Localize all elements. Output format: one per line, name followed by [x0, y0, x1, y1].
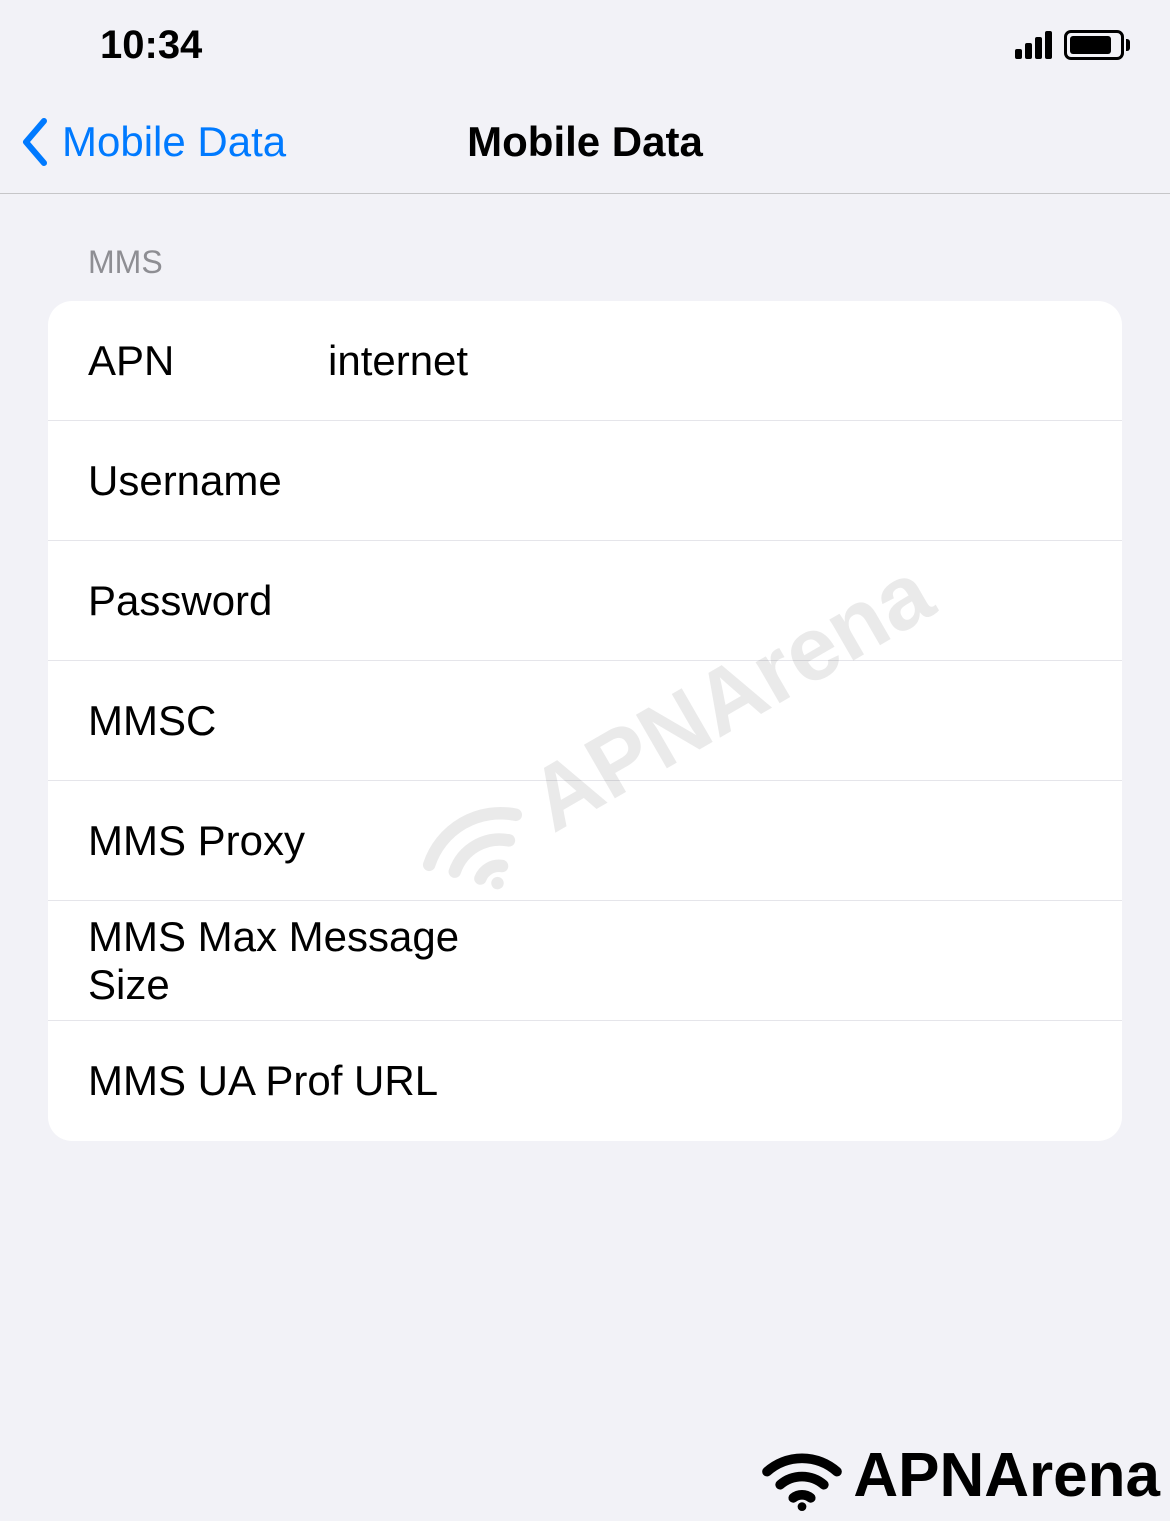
mmsc-label: MMSC [88, 697, 328, 745]
mms-proxy-label: MMS Proxy [88, 817, 541, 865]
settings-row-mms-max-size[interactable]: MMS Max Message Size [48, 901, 1122, 1021]
password-input[interactable] [328, 577, 1082, 625]
mms-proxy-input[interactable] [541, 817, 1082, 865]
watermark-bottom: APNArena [757, 1440, 1160, 1511]
nav-bar: Mobile Data Mobile Data [0, 90, 1170, 194]
status-time: 10:34 [100, 23, 202, 68]
wifi-icon [757, 1441, 847, 1511]
mms-ua-prof-input[interactable] [541, 1057, 1082, 1105]
apn-label: APN [88, 337, 328, 385]
settings-row-apn[interactable]: APN [48, 301, 1122, 421]
settings-row-password[interactable]: Password [48, 541, 1122, 661]
mms-ua-prof-label: MMS UA Prof URL [88, 1057, 541, 1105]
username-label: Username [88, 457, 328, 505]
watermark-text-bottom: APNArena [853, 1440, 1160, 1511]
settings-group-mms: APN Username Password MMSC MMS Proxy MMS… [48, 301, 1122, 1141]
status-icons [1015, 30, 1130, 60]
mmsc-input[interactable] [328, 697, 1082, 745]
back-button[interactable]: Mobile Data [20, 117, 286, 167]
mms-max-size-input[interactable] [541, 937, 1082, 985]
mms-max-size-label: MMS Max Message Size [88, 913, 541, 1009]
status-bar: 10:34 [0, 0, 1170, 90]
signal-strength-icon [1015, 31, 1052, 59]
password-label: Password [88, 577, 328, 625]
page-title: Mobile Data [467, 118, 703, 166]
back-button-label: Mobile Data [62, 118, 286, 166]
settings-row-username[interactable]: Username [48, 421, 1122, 541]
settings-row-mms-ua-prof[interactable]: MMS UA Prof URL [48, 1021, 1122, 1141]
username-input[interactable] [328, 457, 1082, 505]
settings-row-mms-proxy[interactable]: MMS Proxy [48, 781, 1122, 901]
content: MMS APN Username Password MMSC MMS Proxy [0, 194, 1170, 1141]
section-header-mms: MMS [88, 244, 1122, 281]
battery-icon [1064, 30, 1130, 60]
settings-row-mmsc[interactable]: MMSC [48, 661, 1122, 781]
chevron-left-icon [20, 117, 50, 167]
apn-input[interactable] [328, 337, 1082, 385]
